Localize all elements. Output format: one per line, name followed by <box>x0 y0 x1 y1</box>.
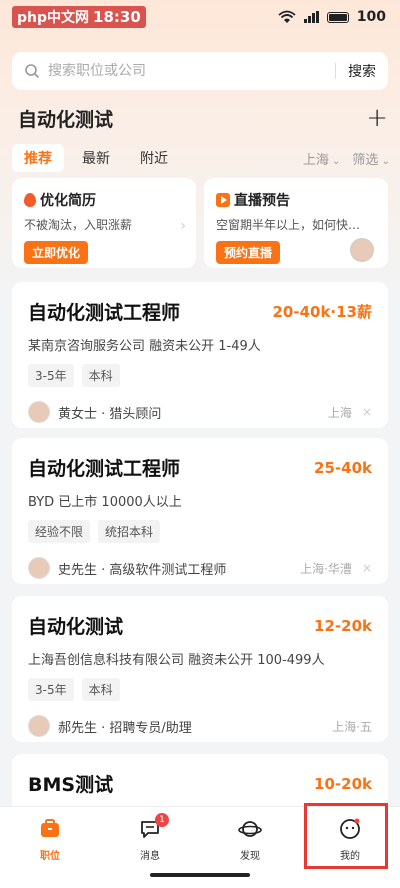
job-tags: 3-5年 本科 <box>28 364 372 387</box>
unread-badge: 1 <box>155 813 169 827</box>
planet-icon <box>238 821 262 837</box>
job-company: 某南京咨询服务公司 融资未公开 1-49人 <box>28 339 261 354</box>
job-tag: 经验不限 <box>28 520 91 543</box>
job-location: 上海 <box>327 405 352 420</box>
job-tag: 3-5年 <box>28 678 74 701</box>
search-bar[interactable]: 搜索 <box>12 52 388 90</box>
job-company: BYD 已上市 10000人以上 <box>28 495 182 510</box>
job-tag: 本科 <box>81 678 120 701</box>
promo-resume-title-text: 优化简历 <box>40 193 96 209</box>
home-indicator <box>150 873 250 877</box>
profile-icon <box>340 818 360 839</box>
job-recruiter: 史先生 · 高级软件测试工程师 <box>58 562 227 578</box>
plus-icon[interactable]: + <box>366 105 388 131</box>
job-tag: 本科 <box>81 364 120 387</box>
play-icon <box>216 193 230 207</box>
job-card[interactable]: 自动化测试工程师 20-40k·13薪 某南京咨询服务公司 融资未公开 1-49… <box>12 282 388 428</box>
promo-live-desc: 空窗期半年以上，如何快… <box>216 218 361 232</box>
watermark: php中文网 18:30 <box>12 6 146 28</box>
search-input[interactable] <box>48 63 335 79</box>
briefcase-icon <box>41 819 59 837</box>
status-bar: php中文网 18:30 100 <box>0 0 400 34</box>
search-divider <box>335 63 336 79</box>
job-salary: 20-40k·13薪 <box>272 303 372 321</box>
job-salary: 12-20k <box>314 616 372 635</box>
nav-profile[interactable]: 我的 <box>300 807 400 888</box>
nav-jobs-label: 职位 <box>40 851 60 862</box>
nav-profile-label: 我的 <box>340 851 360 862</box>
tab-bar: 推荐 最新 附近 上海 筛选 <box>12 144 390 172</box>
job-salary: 10-20k <box>314 774 372 793</box>
host-avatar <box>350 238 374 262</box>
job-location: 上海·五 <box>332 719 372 734</box>
nav-messages-label: 消息 <box>140 851 160 862</box>
job-intent-title[interactable]: 自动化测试 <box>18 105 113 132</box>
nav-jobs[interactable]: 职位 <box>0 807 100 888</box>
job-recruiter: 郝先生 · 招聘专员/助理 <box>58 720 192 736</box>
job-intent-header: 自动化测试 + <box>18 104 388 132</box>
signal-icon <box>303 11 319 23</box>
job-card[interactable]: 自动化测试 12-20k 上海吾创信息科技有限公司 融资未公开 100-499人… <box>12 596 388 742</box>
promo-live-title-text: 直播预告 <box>234 193 290 209</box>
promo-row: 优化简历 不被淘汰，入职涨薪 立即优化 › 直播预告 空窗期半年以上，如何快… … <box>12 178 388 268</box>
tab-nearby[interactable]: 附近 <box>128 144 180 172</box>
battery-level: 100 <box>356 9 386 25</box>
search-icon <box>25 64 40 79</box>
optimize-now-button[interactable]: 立即优化 <box>24 241 89 264</box>
chevron-right-icon: › <box>180 218 186 234</box>
close-icon[interactable]: × <box>362 561 372 575</box>
job-title: 自动化测试工程师 <box>28 458 181 480</box>
flame-icon <box>24 193 36 207</box>
avatar <box>28 401 50 423</box>
job-card[interactable]: BMS测试 10-20k <box>12 754 388 814</box>
job-tags: 3-5年 本科 <box>28 678 372 701</box>
avatar <box>28 715 50 737</box>
wifi-icon <box>278 10 296 23</box>
watermark-text: php中文网 <box>17 10 90 26</box>
status-icons: 100 <box>278 9 386 25</box>
job-recruiter: 黄女士 · 猎头顾问 <box>58 406 162 422</box>
job-location: 上海·华漕 <box>300 561 352 576</box>
battery-icon <box>326 11 349 23</box>
job-title: 自动化测试工程师 <box>28 302 181 324</box>
promo-resume-desc: 不被淘汰，入职涨薪 <box>24 218 133 232</box>
avatar <box>28 557 50 579</box>
promo-live[interactable]: 直播预告 空窗期半年以上，如何快… 预约直播 <box>204 178 388 268</box>
tab-latest[interactable]: 最新 <box>70 144 122 172</box>
filter-group: 上海 筛选 <box>303 149 390 168</box>
job-tag: 统招本科 <box>98 520 161 543</box>
city-dropdown[interactable]: 上海 <box>303 149 341 168</box>
promo-resume[interactable]: 优化简历 不被淘汰，入职涨薪 立即优化 › <box>12 178 196 268</box>
job-tags: 经验不限 统招本科 <box>28 520 372 543</box>
job-salary: 25-40k <box>314 458 372 477</box>
job-tag: 3-5年 <box>28 364 74 387</box>
job-title: BMS测试 <box>28 774 114 796</box>
job-card[interactable]: 自动化测试工程师 25-40k BYD 已上市 10000人以上 经验不限 统招… <box>12 438 388 584</box>
search-button[interactable]: 搜索 <box>348 61 376 81</box>
promo-resume-title: 优化简历 <box>24 190 184 210</box>
tab-recommend[interactable]: 推荐 <box>12 144 64 172</box>
job-title: 自动化测试 <box>28 616 124 638</box>
close-icon[interactable]: × <box>362 405 372 419</box>
job-company: 上海吾创信息科技有限公司 融资未公开 100-499人 <box>28 653 325 668</box>
nav-discover-label: 发现 <box>240 851 260 862</box>
filter-dropdown[interactable]: 筛选 <box>352 149 390 168</box>
promo-live-title: 直播预告 <box>216 190 376 210</box>
reserve-live-button[interactable]: 预约直播 <box>216 241 281 264</box>
status-time: 18:30 <box>93 8 141 26</box>
